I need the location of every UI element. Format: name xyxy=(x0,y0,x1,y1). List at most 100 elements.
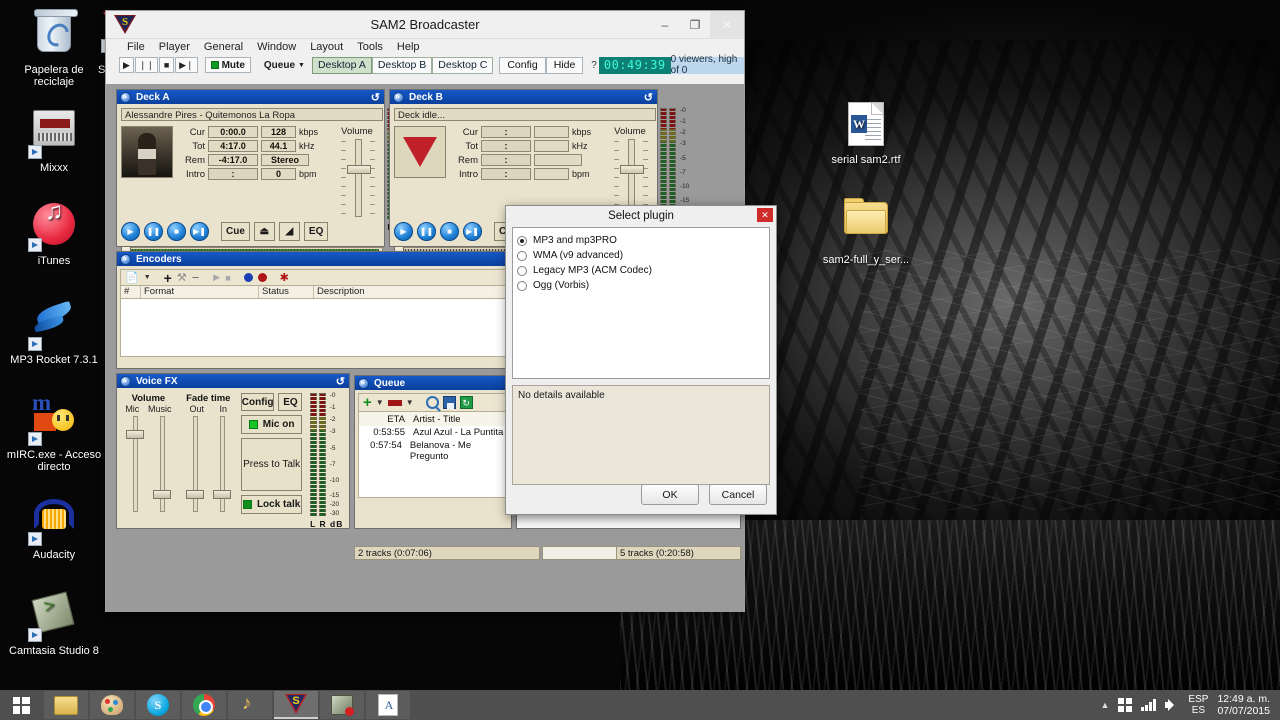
fade-out-slider[interactable] xyxy=(185,416,205,512)
voice-fx-config-button[interactable]: Config xyxy=(240,393,275,411)
voice-fx-eq-button[interactable]: EQ xyxy=(278,393,303,411)
plugin-option-legacy-mp3[interactable]: Legacy MP3 (ACM Codec) xyxy=(517,263,765,278)
queue-row[interactable]: 0:57:54 Belanova - Me Pregunto xyxy=(359,439,507,463)
slider-knob[interactable] xyxy=(212,490,231,499)
encoders-titlebar[interactable]: Encoders xyxy=(117,252,513,266)
deck-b-pause-button[interactable]: ❚❚ xyxy=(417,222,436,241)
menubar[interactable]: File Player General Window Layout Tools … xyxy=(106,39,744,56)
search-icon[interactable] xyxy=(425,396,439,409)
menu-item-layout[interactable]: Layout xyxy=(303,39,350,56)
system-tray[interactable]: ▲ ESP ES 12:49 a. m. 07/07/2015 xyxy=(1101,693,1280,717)
desktop-icon-itunes[interactable]: iTunes xyxy=(6,200,102,267)
clock[interactable]: 12:49 a. m. 07/07/2015 xyxy=(1217,693,1270,717)
radio-icon[interactable] xyxy=(517,235,527,246)
dropdown-caret-icon[interactable]: ▼ xyxy=(144,274,151,281)
new-doc-icon[interactable]: ✱ xyxy=(280,271,289,284)
deck-b-play-button[interactable]: ▶ xyxy=(394,222,413,241)
volume-knob[interactable] xyxy=(347,165,371,174)
menu-item-player[interactable]: Player xyxy=(152,39,197,56)
menu-item-general[interactable]: General xyxy=(197,39,250,56)
add-icon[interactable]: + xyxy=(363,395,372,410)
remove-icon[interactable] xyxy=(387,399,402,406)
voice-fx-titlebar[interactable]: Voice FX ↺ xyxy=(117,374,349,388)
taskbar-chrome[interactable] xyxy=(182,691,226,719)
taskbar-sam2-broadcaster[interactable]: S xyxy=(274,691,318,719)
dialog-titlebar[interactable]: Select plugin ✕ xyxy=(506,206,776,225)
plugin-option-wma[interactable]: WMA (v9 advanced) xyxy=(517,248,765,263)
slider-knob[interactable] xyxy=(186,490,205,499)
taskbar-file-explorer[interactable] xyxy=(44,691,88,719)
notebook-icon[interactable]: 📄 xyxy=(125,271,139,284)
desktop-icon-mp3-rocket[interactable]: MP3 Rocket 7.3.1 xyxy=(0,296,108,366)
taskbar-music-player[interactable] xyxy=(228,691,272,719)
desktop-a-tab[interactable]: Desktop A xyxy=(311,56,372,74)
fade-in-slider[interactable] xyxy=(212,416,232,512)
desktop-icon-audacity[interactable]: Audacity xyxy=(6,492,102,561)
menu-item-window[interactable]: Window xyxy=(250,39,303,56)
deck-a-album-art[interactable] xyxy=(121,126,173,178)
deck-a-cue-button[interactable]: Cue xyxy=(221,222,250,241)
stop-button[interactable]: ■ xyxy=(159,57,175,73)
voice-fx-panel[interactable]: Voice FX ↺ Volume Mic Music xyxy=(116,373,350,529)
add-caret-icon[interactable]: ▼ xyxy=(376,398,384,407)
radio-icon[interactable] xyxy=(517,250,527,261)
menu-item-tools[interactable]: Tools xyxy=(350,39,390,56)
taskbar-skype[interactable]: S xyxy=(136,691,180,719)
play-button[interactable]: ▶ xyxy=(119,57,134,73)
encoders-list[interactable] xyxy=(120,299,510,357)
queue-toolbar[interactable]: + ▼ ▼ ↻ xyxy=(358,393,508,412)
deck-a-volume-control[interactable]: Volume xyxy=(331,126,383,217)
lock-talk-button[interactable]: Lock talk xyxy=(240,495,303,514)
taskbar-wordpad[interactable] xyxy=(366,691,410,719)
restore-icon[interactable]: ↺ xyxy=(644,91,653,104)
menu-item-file[interactable]: File xyxy=(120,39,152,56)
deck-b-volume-control[interactable]: Volume xyxy=(604,126,656,217)
start-button[interactable] xyxy=(0,690,42,720)
deck-b-stop-button[interactable]: ■ xyxy=(440,222,459,241)
taskbar[interactable]: S S ▲ ESP ES 12:49 a. m. 07/07/2015 xyxy=(0,690,1280,720)
slider-knob[interactable] xyxy=(153,490,172,499)
network-icon[interactable] xyxy=(1141,699,1156,711)
plugin-option-mp3[interactable]: MP3 and mp3PRO xyxy=(517,233,765,248)
remove-icon[interactable]: − xyxy=(192,270,200,285)
action-center-icon[interactable] xyxy=(1118,698,1133,712)
queue-row[interactable]: 0:53:55 Azul Azul - La Puntita xyxy=(359,426,507,439)
deck-a-pause-button[interactable]: ❚❚ xyxy=(144,222,163,241)
encoders-panel[interactable]: Encoders 📄 ▼ + ⚒ − ▶ ■ ✱ xyxy=(116,251,514,369)
deck-b-album-art[interactable]: S xyxy=(394,126,446,178)
blue-dot-icon[interactable] xyxy=(243,273,253,282)
next-button[interactable]: ▶❘ xyxy=(175,57,198,73)
music-volume-slider[interactable] xyxy=(152,416,172,512)
cancel-button[interactable]: Cancel xyxy=(709,484,767,505)
save-icon[interactable] xyxy=(442,396,456,409)
select-plugin-dialog[interactable]: Select plugin ✕ MP3 and mp3PRO WMA (v9 a… xyxy=(505,205,777,515)
taskbar-camtasia[interactable] xyxy=(320,691,364,719)
desktop-icon-camtasia[interactable]: > Camtasia Studio 8 xyxy=(0,588,108,657)
deck-b-titlebar[interactable]: Deck B ↺ xyxy=(390,90,657,104)
remove-caret-icon[interactable]: ▼ xyxy=(406,398,414,407)
ok-button[interactable]: OK xyxy=(641,484,699,505)
plugin-option-ogg[interactable]: Ogg (Vorbis) xyxy=(517,278,765,293)
mic-on-button[interactable]: Mic on xyxy=(240,415,303,434)
queue-dropdown-button[interactable]: Queue ▼ xyxy=(259,57,310,73)
refresh-icon[interactable]: ↻ xyxy=(459,396,473,409)
pause-button[interactable]: ❘❘ xyxy=(135,57,159,73)
language-indicator[interactable]: ESP ES xyxy=(1188,694,1208,716)
deck-a-eject-button[interactable]: ⏏ xyxy=(253,222,275,241)
volume-icon[interactable] xyxy=(1165,698,1179,712)
queue-panel[interactable]: Queue + ▼ ▼ ↻ ETA Artist - Title xyxy=(354,375,512,529)
deck-a-eq-button[interactable]: EQ xyxy=(303,222,329,241)
volume-knob[interactable] xyxy=(620,165,644,174)
deck-a-titlebar[interactable]: Deck A ↺ xyxy=(117,90,384,104)
deck-a-panel[interactable]: Deck A ↺ Alessandre Pires - Quitemonos L… xyxy=(116,89,420,260)
radio-icon[interactable] xyxy=(517,265,527,276)
dialog-close-button[interactable]: ✕ xyxy=(757,208,773,222)
desktop-icon-mirc[interactable]: m mIRC.exe - Acceso directo xyxy=(0,391,108,473)
slider-knob[interactable] xyxy=(125,430,144,439)
plugin-options-list[interactable]: MP3 and mp3PRO WMA (v9 advanced) Legacy … xyxy=(512,227,770,379)
queue-list[interactable]: ETA Artist - Title 0:53:55 Azul Azul - L… xyxy=(358,412,508,498)
mic-volume-slider[interactable] xyxy=(125,416,145,512)
radio-icon[interactable] xyxy=(517,280,527,291)
deck-a-stop-button[interactable]: ■ xyxy=(167,222,186,241)
help-button[interactable]: ? xyxy=(589,60,599,71)
